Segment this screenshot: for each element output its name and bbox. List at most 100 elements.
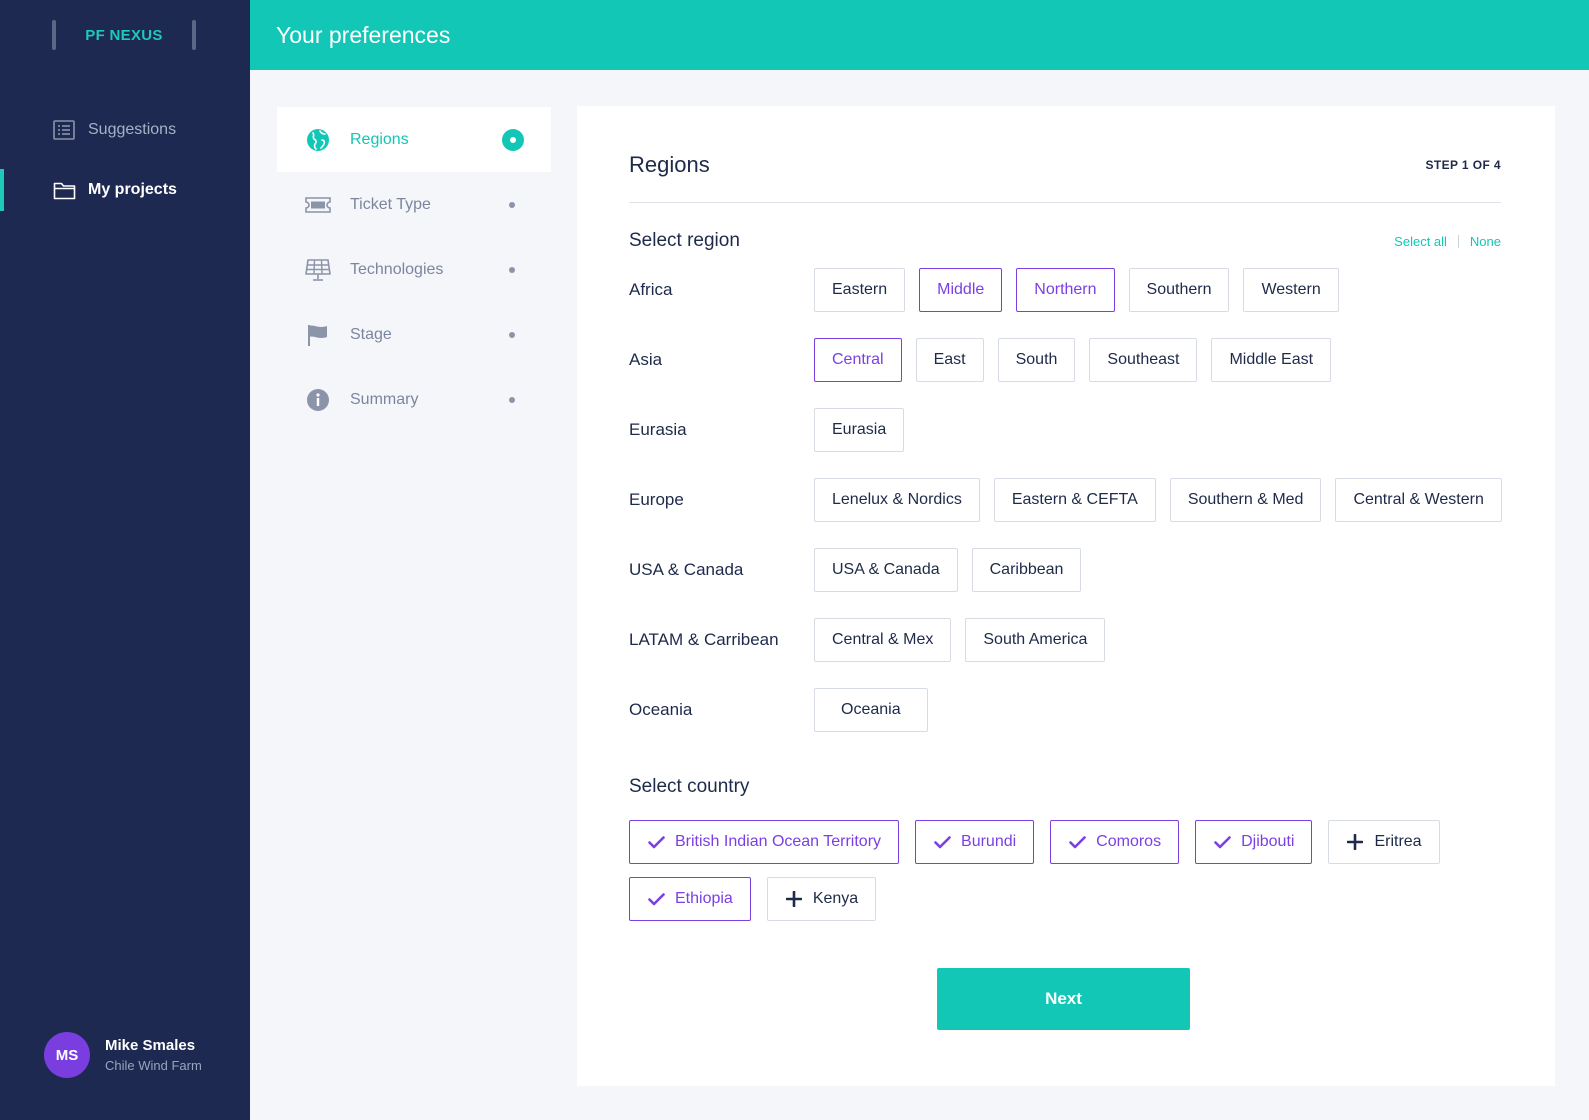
country-label: British Indian Ocean Territory [675, 833, 882, 850]
check-icon [1213, 833, 1231, 851]
step-label: Summary [350, 390, 419, 408]
country-label: Kenya [812, 890, 859, 907]
selection-links: Select all None [1394, 234, 1501, 249]
region-label: LATAM & Carribean [629, 630, 779, 649]
region-label: Europe [629, 490, 684, 509]
region-chip-eurasia[interactable]: Eurasia [814, 408, 905, 452]
country-chip-comoros[interactable]: Comoros [1050, 820, 1180, 864]
region-chip-middle-east[interactable]: Middle East [1211, 338, 1332, 382]
region-row-oceania: Oceania Oceania [629, 688, 1509, 732]
region-chip-northern[interactable]: Northern [1016, 268, 1115, 312]
brand-logo[interactable]: PF NEXUS [52, 20, 196, 50]
country-label: Burundi [961, 833, 1017, 850]
country-chip-burundi[interactable]: Burundi [915, 820, 1035, 864]
next-button[interactable]: Next [937, 968, 1190, 1030]
region-chip-middle[interactable]: Middle [919, 268, 1003, 312]
flag-icon [304, 321, 332, 349]
page-title: Your preferences [276, 21, 451, 48]
divider [629, 202, 1501, 203]
region-chip-central-mex[interactable]: Central & Mex [814, 618, 952, 662]
region-chip-eastern-cefta[interactable]: Eastern & CEFTA [993, 478, 1156, 522]
region-chip-central-western[interactable]: Central & Western [1335, 478, 1502, 522]
select-country-title: Select country [629, 776, 750, 797]
ticket-icon [304, 191, 332, 219]
check-icon [647, 833, 665, 851]
step-status-indicator [509, 266, 515, 273]
solar-panel-icon [304, 256, 332, 284]
step-label: Technologies [350, 260, 444, 278]
region-row-usa-canada: USA & Canada USA & Canada Caribbean [629, 548, 1509, 592]
step-ticket-type[interactable]: Ticket Type [277, 172, 551, 237]
country-label: Eritrea [1374, 833, 1422, 850]
step-label: Stage [350, 325, 392, 343]
folder-icon [52, 178, 76, 202]
steps-nav: Regions Ticket Type Technologies Stage S… [277, 107, 551, 432]
list-icon [52, 118, 76, 142]
region-label: Eurasia [629, 420, 687, 439]
regions-card: Regions STEP 1 OF 4 Select region Select… [577, 106, 1555, 1086]
country-chip-kenya[interactable]: Kenya [766, 877, 877, 921]
select-region-title: Select region [629, 230, 740, 251]
check-icon [1068, 833, 1086, 851]
sidebar: PF NEXUS Suggestions My projects MS Mike… [0, 0, 250, 1120]
country-chip-ethiopia[interactable]: Ethiopia [629, 877, 751, 921]
region-chip-southeast[interactable]: Southeast [1089, 338, 1198, 382]
avatar: MS [44, 1032, 90, 1078]
region-chip-southern[interactable]: Southern [1128, 268, 1230, 312]
region-row-latam: LATAM & Carribean Central & Mex South Am… [629, 618, 1509, 662]
region-label: Asia [629, 350, 663, 369]
country-list: British Indian Ocean Territory Burundi C… [629, 820, 1509, 934]
region-chip-east[interactable]: East [915, 338, 984, 382]
region-chip-western[interactable]: Western [1243, 268, 1339, 312]
region-chip-central[interactable]: Central [814, 338, 902, 382]
step-status-indicator [509, 331, 515, 338]
step-stage[interactable]: Stage [277, 302, 551, 367]
info-icon [304, 386, 332, 414]
region-label: USA & Canada [629, 560, 744, 579]
region-label: Africa [629, 280, 673, 299]
page-header: Your preferences [250, 0, 1589, 70]
link-separator [1457, 235, 1459, 248]
step-regions[interactable]: Regions [277, 107, 551, 172]
brand-bar-left [52, 20, 56, 50]
brand-bar-right [192, 20, 196, 50]
check-icon [933, 833, 951, 851]
region-chip-caribbean[interactable]: Caribbean [971, 548, 1082, 592]
sidebar-item-my-projects[interactable]: My projects [0, 167, 250, 213]
region-chip-eastern[interactable]: Eastern [814, 268, 906, 312]
country-label: Djibouti [1241, 833, 1295, 850]
region-row-asia: Asia Central East South Southeast Middle… [629, 338, 1509, 382]
step-label: Regions [350, 130, 409, 148]
region-row-eurasia: Eurasia Eurasia [629, 408, 1509, 452]
plus-icon [785, 890, 803, 908]
sidebar-item-suggestions[interactable]: Suggestions [0, 107, 250, 153]
user-name: Mike Smales [105, 1037, 196, 1054]
card-title: Regions [629, 152, 710, 177]
user-profile[interactable]: MS Mike Smales Chile Wind Farm [44, 1032, 202, 1078]
region-chip-lenelux-nordics[interactable]: Lenelux & Nordics [814, 478, 980, 522]
region-label: Oceania [629, 700, 693, 719]
step-status-indicator [502, 128, 524, 151]
country-chip-eritrea[interactable]: Eritrea [1328, 820, 1440, 864]
step-summary[interactable]: Summary [277, 367, 551, 432]
user-project: Chile Wind Farm [105, 1058, 202, 1073]
sidebar-item-label: My projects [88, 181, 177, 198]
region-chip-usa-canada[interactable]: USA & Canada [814, 548, 958, 592]
select-all-link[interactable]: Select all [1394, 234, 1447, 249]
country-label: Comoros [1096, 833, 1162, 850]
country-chip-djibouti[interactable]: Djibouti [1195, 820, 1313, 864]
sidebar-item-label: Suggestions [88, 121, 177, 138]
region-chip-south-america[interactable]: South America [965, 618, 1106, 662]
region-chip-southern-med[interactable]: Southern & Med [1169, 478, 1322, 522]
select-none-link[interactable]: None [1470, 234, 1501, 249]
region-row-europe: Europe Lenelux & Nordics Eastern & CEFTA… [629, 478, 1509, 522]
step-status-indicator [509, 396, 515, 403]
brand-name: PF NEXUS [85, 26, 163, 44]
country-chip-british-indian-ocean-territory[interactable]: British Indian Ocean Territory [629, 820, 900, 864]
region-chip-oceania[interactable]: Oceania [814, 688, 928, 732]
region-row-africa: Africa Eastern Middle Northern Southern … [629, 268, 1509, 312]
region-chip-south[interactable]: South [997, 338, 1076, 382]
plus-icon [1346, 833, 1364, 851]
step-technologies[interactable]: Technologies [277, 237, 551, 302]
country-label: Ethiopia [675, 890, 733, 907]
